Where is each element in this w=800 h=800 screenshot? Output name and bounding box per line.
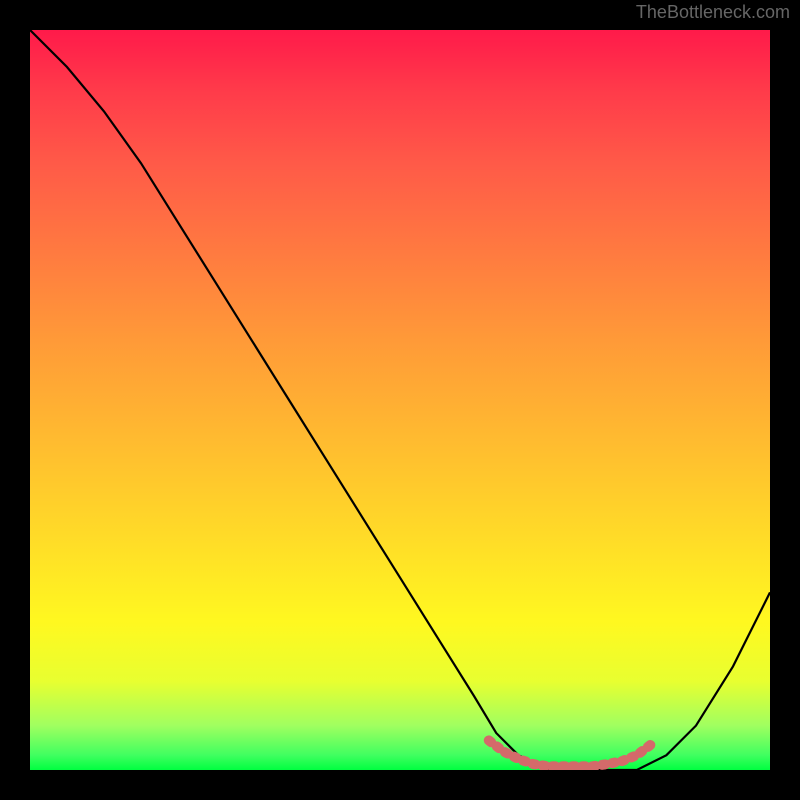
optimal-band-marker <box>489 740 652 766</box>
bottleneck-curve <box>30 30 770 770</box>
chart-svg <box>30 30 770 770</box>
plot-area <box>30 30 770 770</box>
attribution-text: TheBottleneck.com <box>636 2 790 23</box>
